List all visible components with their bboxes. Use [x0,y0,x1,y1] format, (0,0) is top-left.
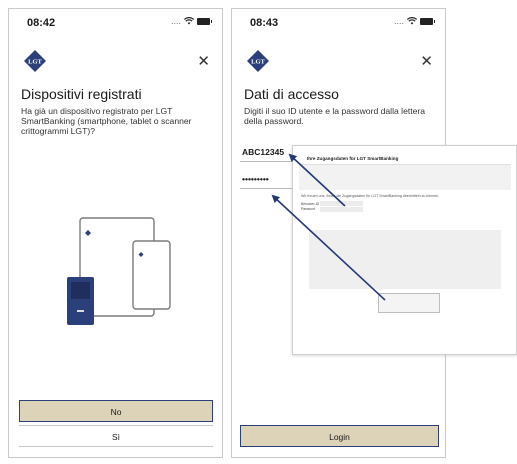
lgt-logo: LGT [24,50,46,72]
page-title: Dati di accesso [244,86,339,102]
battery-icon [197,17,212,25]
page-description: Ha già un dispositivo registrato per LGT… [21,106,192,136]
close-icon[interactable]: ✕ [197,54,210,69]
status-time: 08:43 [250,17,279,29]
lgt-logo: LGT [247,50,269,72]
logo-text: LGT [251,59,265,66]
status-bar: 08:42 .... [9,9,222,35]
letter-text: Wir freuen uns, Ihnen die Zugangsdaten f… [301,194,440,198]
letter-label-password: Passwort [301,207,315,211]
letter-body-box [309,230,501,289]
user-id-value: ABC12345 [242,147,285,157]
signal-icon: .... [393,16,404,26]
devices-illustration [67,217,171,325]
status-bar: 08:43 .... [232,9,445,35]
letter-button-box [378,293,440,313]
logo-text: LGT [28,59,42,66]
letter-label-user: Benutzer-ID [301,202,320,206]
password-letter-popup: Ihre Zugangsdaten für LGT SmartBanking W… [292,145,517,355]
close-icon[interactable]: ✕ [420,54,433,69]
no-button[interactable]: No [19,400,213,422]
login-button[interactable]: Login [240,425,439,447]
status-icons: .... [393,16,435,26]
status-icons: .... [170,16,212,26]
letter-user-value-box [320,201,363,206]
status-time: 08:42 [27,17,56,29]
page-title: Dispositivi registrati [21,86,142,102]
wifi-icon [184,17,194,25]
letter-title: Ihre Zugangsdaten für LGT SmartBanking [307,156,399,161]
yes-button[interactable]: Sì [19,425,213,447]
page-description: Digiti il suo ID utente e la password da… [244,106,426,126]
wifi-icon [407,17,417,25]
letter-password-value-box [320,207,363,212]
phone-screen-devices: 08:42 .... LGT ✕ Dispositivi registrati … [8,8,223,458]
signal-icon: .... [170,16,181,26]
battery-icon [420,17,435,25]
letter-header-box [299,164,511,190]
password-value: ••••••••• [242,174,269,184]
